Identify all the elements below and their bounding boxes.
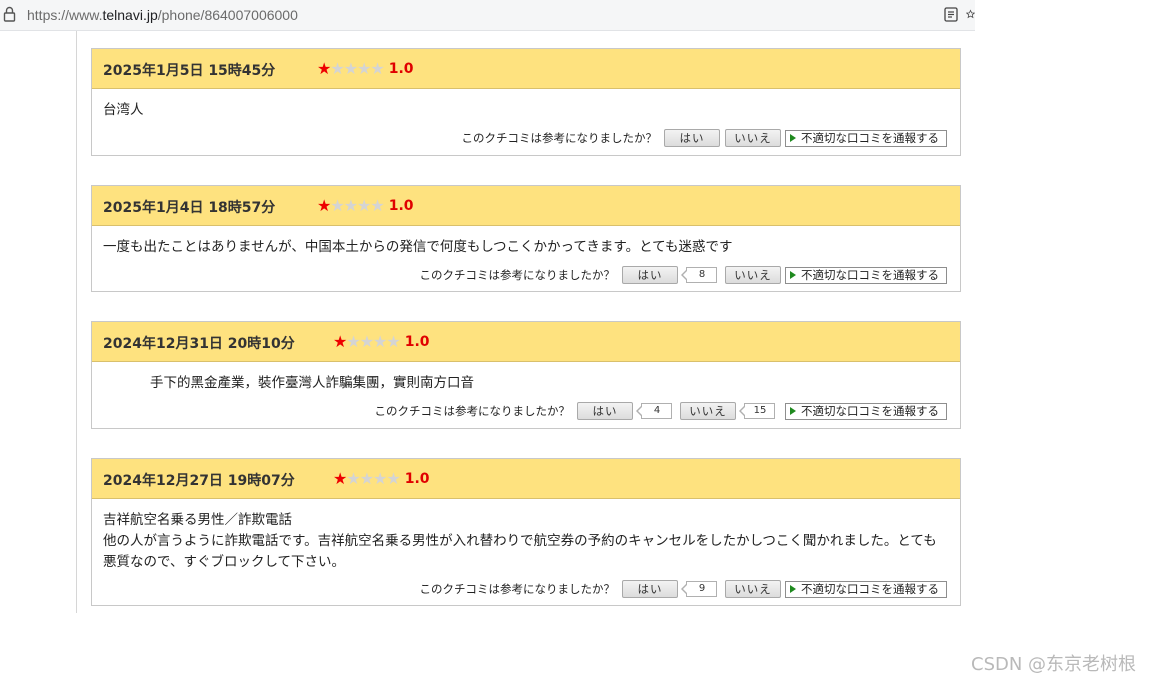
review-date: 2024年12月31日 20時10分 (103, 336, 295, 352)
report-button[interactable]: 不適切な口コミを通報する (785, 580, 947, 598)
yes-button[interactable]: はい (577, 402, 633, 420)
review-text: 一度も出たことはありませんが、中国本土からの発信で何度もしつこくかかってきます。… (103, 239, 733, 255)
report-label: 不適切な口コミを通報する (801, 581, 939, 596)
play-arrow-icon (790, 270, 796, 279)
star-icon: ★ (343, 58, 358, 78)
yes-count: 4 (636, 403, 672, 419)
helpful-row: このクチコミは参考になりましたか？ はい 8 いいえ 不適切な口コミを通報する (419, 266, 947, 285)
url-path: /phone/864007006000 (157, 7, 298, 23)
reader-view-icon[interactable] (944, 7, 958, 22)
review-detail: 他の人が言うように詐欺電話です。吉祥航空名乗る男性が入れ替わりで航空券の予約のキ… (103, 533, 937, 570)
yes-button[interactable]: はい (664, 129, 720, 147)
rating-stars: ★★★★★ (333, 468, 401, 489)
url-prefix: https://www. (27, 7, 103, 23)
rating-stars: ★★★★★ (317, 58, 385, 79)
rating-value: 1.0 (388, 197, 414, 214)
rating-value: 1.0 (404, 470, 430, 487)
url-field[interactable]: https://www.telnavi.jp/phone/86400700600… (27, 7, 298, 23)
rating-stars: ★★★★★ (317, 195, 385, 216)
review-card: 2024年12月31日 20時10分 ★★★★★ 1.0 手下的黑金產業，裝作臺灣… (91, 321, 961, 429)
helpful-question: このクチコミは参考になりましたか？ (419, 268, 616, 282)
report-label: 不適切な口コミを通報する (801, 130, 939, 145)
review-text: 台湾人 (103, 102, 144, 118)
star-icon: ★ (359, 468, 374, 488)
report-button[interactable]: 不適切な口コミを通報する (785, 266, 947, 284)
star-icon: ★ (317, 58, 331, 78)
review-text: 手下的黑金產業，裝作臺灣人詐騙集團，實則南方口音 (150, 375, 474, 391)
star-icon: ★ (346, 331, 360, 351)
star-icon: ★ (370, 195, 384, 215)
no-button[interactable]: いいえ (725, 266, 781, 284)
no-button[interactable]: いいえ (725, 129, 781, 147)
report-button[interactable]: 不適切な口コミを通報する (785, 129, 947, 147)
no-button[interactable]: いいえ (680, 402, 736, 420)
review-date: 2024年12月27日 19時07分 (103, 473, 295, 489)
favorite-star-icon[interactable] (966, 6, 975, 22)
helpful-question: このクチコミは参考になりましたか？ (461, 131, 658, 145)
review-card: 2025年1月4日 18時57分 ★★★★★ 1.0 一度も出たことはありませんが… (91, 185, 961, 292)
report-label: 不適切な口コミを通報する (801, 403, 939, 418)
star-icon: ★ (330, 195, 344, 215)
review-date: 2025年1月5日 15時45分 (103, 63, 276, 79)
review-body: 一度も出たことはありませんが、中国本土からの発信で何度もしつこくかかってきます。… (92, 226, 960, 291)
report-label: 不適切な口コミを通報する (801, 267, 939, 282)
star-icon: ★ (333, 331, 347, 351)
watermark: CSDN @东京老树根 (971, 654, 1137, 675)
star-icon: ★ (330, 58, 344, 78)
review-title: 吉祥航空名乗る男性／詐欺電話 (103, 512, 292, 528)
review-header: 2024年12月31日 20時10分 ★★★★★ 1.0 (92, 322, 960, 362)
star-icon: ★ (317, 195, 331, 215)
review-rating: ★★★★★ 1.0 (317, 58, 414, 78)
star-icon: ★ (386, 468, 400, 488)
url-host: telnavi.jp (102, 7, 158, 23)
yes-button[interactable]: はい (622, 266, 678, 284)
left-divider (76, 31, 77, 613)
rating-value: 1.0 (404, 333, 430, 350)
review-body: 台湾人 このクチコミは参考になりましたか？ はい いいえ 不適切な口コミを通報する (92, 89, 960, 155)
rating-stars: ★★★★★ (333, 331, 401, 352)
report-button[interactable]: 不適切な口コミを通報する (785, 402, 947, 420)
review-body: 手下的黑金產業，裝作臺灣人詐騙集團，實則南方口音 このクチコミは参考になりました… (92, 362, 960, 428)
review-card: 2024年12月27日 19時07分 ★★★★★ 1.0 吉祥航空名乗る男性／詐欺… (91, 458, 961, 606)
review-card: 2025年1月5日 15時45分 ★★★★★ 1.0 台湾人 このクチコミは参考に… (91, 48, 961, 156)
review-header: 2025年1月5日 15時45分 ★★★★★ 1.0 (92, 49, 960, 89)
star-icon: ★ (333, 468, 347, 488)
star-icon: ★ (373, 468, 387, 488)
play-arrow-icon (790, 406, 796, 415)
helpful-question: このクチコミは参考になりましたか？ (374, 404, 571, 418)
no-button[interactable]: いいえ (725, 580, 781, 598)
rating-value: 1.0 (388, 60, 414, 77)
play-arrow-icon (790, 133, 796, 142)
star-icon: ★ (373, 331, 387, 351)
helpful-row: このクチコミは参考になりましたか？ はい いいえ 不適切な口コミを通報する (461, 129, 947, 148)
review-body: 吉祥航空名乗る男性／詐欺電話 他の人が言うように詐欺電話です。吉祥航空名乗る男性… (92, 499, 960, 605)
browser-address-bar: https://www.telnavi.jp/phone/86400700600… (0, 0, 975, 31)
helpful-row: このクチコミは参考になりましたか？ はい 4 いいえ 15 不適切な口コミを通報する (374, 402, 947, 421)
review-rating: ★★★★★ 1.0 (333, 468, 430, 488)
play-arrow-icon (790, 584, 796, 593)
review-header: 2024年12月27日 19時07分 ★★★★★ 1.0 (92, 459, 960, 499)
yes-count: 8 (681, 267, 717, 283)
helpful-row: このクチコミは参考になりましたか？ はい 9 いいえ 不適切な口コミを通報する (419, 580, 947, 599)
star-icon: ★ (357, 58, 371, 78)
star-icon: ★ (386, 331, 400, 351)
star-icon: ★ (370, 58, 384, 78)
review-rating: ★★★★★ 1.0 (317, 195, 414, 215)
yes-count: 9 (681, 581, 717, 597)
no-count: 15 (739, 403, 775, 419)
helpful-question: このクチコミは参考になりましたか？ (419, 582, 616, 596)
lock-icon (3, 6, 16, 22)
star-icon: ★ (359, 331, 374, 351)
page-content: 2025年1月5日 15時45分 ★★★★★ 1.0 台湾人 このクチコミは参考に… (0, 31, 975, 682)
star-icon: ★ (346, 468, 360, 488)
review-text: 吉祥航空名乗る男性／詐欺電話 他の人が言うように詐欺電話です。吉祥航空名乗る男性… (103, 510, 946, 573)
review-header: 2025年1月4日 18時57分 ★★★★★ 1.0 (92, 186, 960, 226)
star-icon: ★ (357, 195, 371, 215)
review-date: 2025年1月4日 18時57分 (103, 200, 276, 216)
review-rating: ★★★★★ 1.0 (333, 331, 430, 351)
yes-button[interactable]: はい (622, 580, 678, 598)
star-icon: ★ (343, 195, 358, 215)
